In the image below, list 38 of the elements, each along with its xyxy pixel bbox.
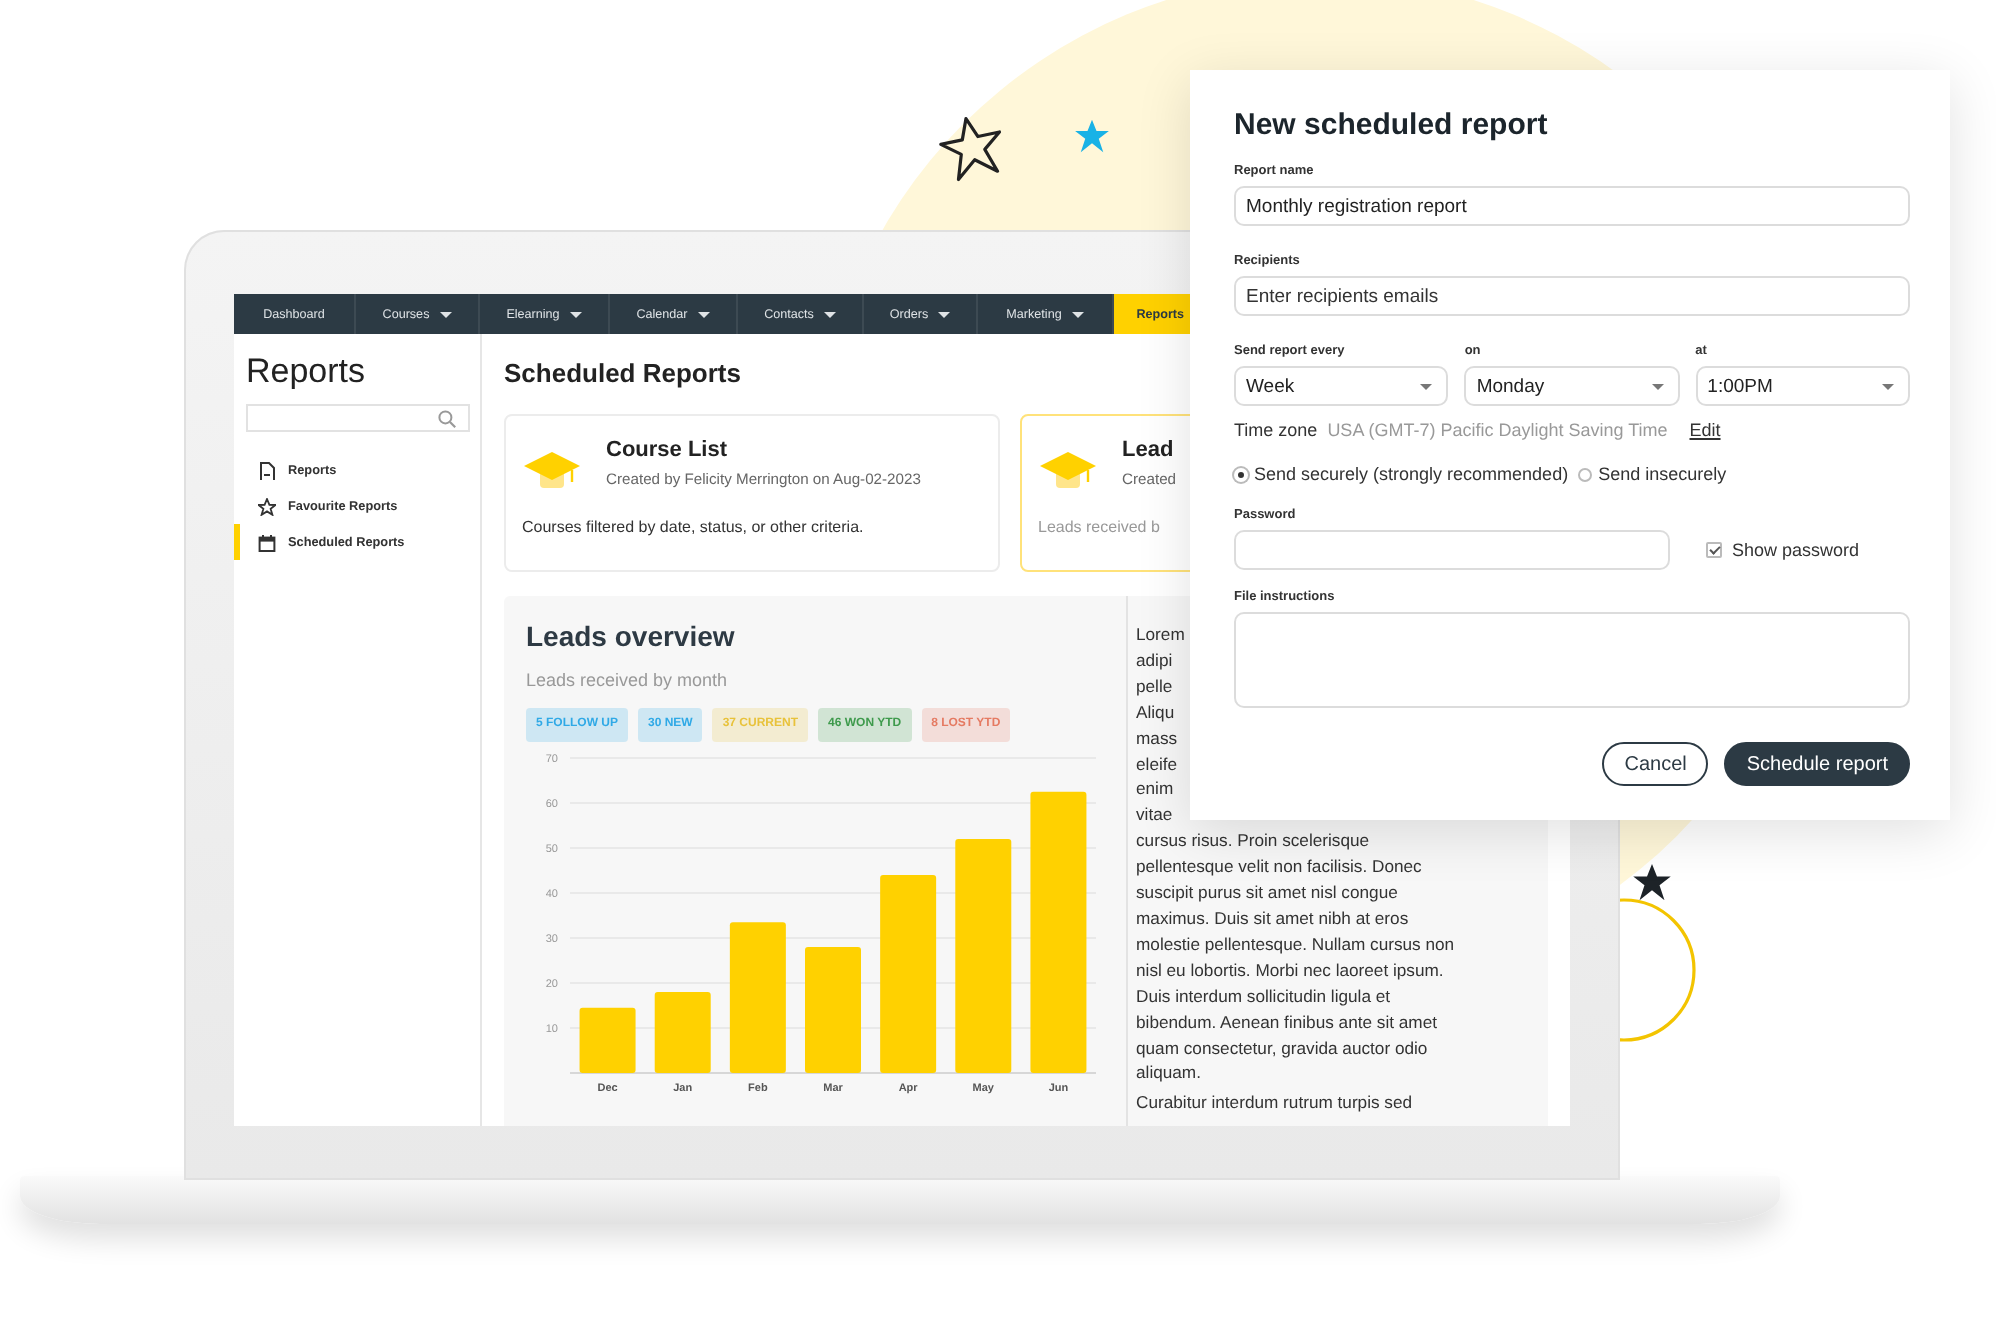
body-text: Curabitur interdum rutrum turpis sed — [1136, 1090, 1415, 1117]
sidebar-title: Reports — [246, 352, 368, 392]
timezone-label: Time zone — [1234, 420, 1318, 440]
cancel-button[interactable]: Cancel — [1602, 742, 1709, 786]
body-text: Lorem adipi pelle Aliqu mass eleife enim vitae cursus risus. Proin scelerisque pellentesque velit non facilisis. Donec suscipit purus sit amet nisl congue maximus. Duis sit amet nibh at eros molestie pellentesque. Nullam cursus non nisl eu lobortis. Morbi nec laoreet ipsum. Duis interdum sollicitudin ligula et bibendum. Aenean finibus ante sit amet quam consectetur, gravida auctor odio aliquam. — [1136, 622, 1455, 1087]
card-title: Lead — [1122, 436, 1176, 464]
dropdown[interactable]: Monday — [1464, 366, 1680, 406]
checkbox-label: Show password — [1732, 540, 1860, 560]
checkbox[interactable] — [1706, 542, 1722, 558]
caret-icon — [1881, 383, 1894, 389]
password-field[interactable] — [1234, 530, 1670, 570]
panel-title: Leads overview — [526, 618, 737, 654]
card-description: Leads received b — [1038, 518, 1162, 536]
star-icon — [1074, 118, 1110, 154]
calendar-icon — [258, 533, 276, 551]
text-field[interactable]: Monthly registration report — [1234, 186, 1910, 226]
radio-label: Send securely (strongly recommended) — [1254, 464, 1569, 484]
caret-icon — [1420, 383, 1433, 389]
dropdown[interactable]: Week — [1234, 366, 1449, 406]
star-icon — [1632, 862, 1672, 902]
text-field[interactable]: Enter recipients emails — [1234, 276, 1910, 316]
card-title: Course List — [606, 436, 730, 464]
star-icon — [258, 497, 276, 515]
card-description: Courses filtered by date, status, or other criteria. — [522, 518, 866, 536]
timezone-value: USA (GMT-7) Pacific Daylight Saving Time — [1327, 420, 1668, 440]
panel-subtitle: Leads received by month — [526, 670, 730, 690]
text-area[interactable] — [1234, 612, 1910, 708]
search-icon — [438, 409, 456, 427]
dropdown[interactable]: 1:00PM — [1695, 366, 1910, 406]
radio-button[interactable] — [1578, 467, 1593, 481]
document-icon — [258, 461, 276, 479]
edit-link[interactable]: Edit — [1689, 420, 1721, 440]
schedule-button[interactable]: Schedule report — [1724, 742, 1910, 786]
caret-icon — [1651, 383, 1664, 389]
radio-label: Send insecurely — [1598, 464, 1727, 484]
page-heading: Scheduled Reports — [504, 356, 741, 392]
dialog-title: New scheduled report — [1234, 108, 1550, 144]
search-field[interactable] — [246, 404, 470, 432]
